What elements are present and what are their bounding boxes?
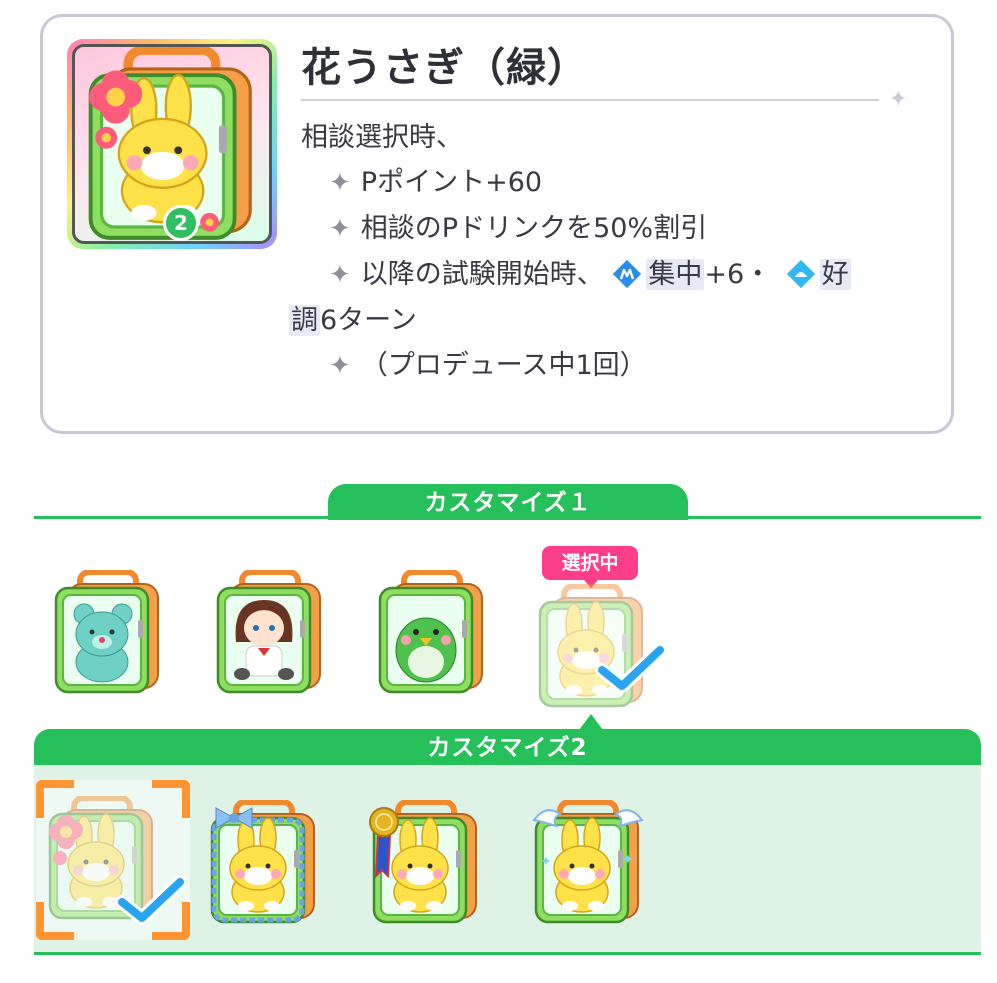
effect-text: +6・	[704, 259, 772, 290]
customize2-option-blue-ribbon-frame[interactable]	[206, 800, 322, 924]
title-divider	[301, 99, 879, 101]
item-thumbnail: 2	[67, 39, 277, 249]
effect-text: 6ターン	[320, 305, 417, 336]
customize1-option-bear[interactable]	[50, 570, 166, 694]
effect-line: ✦ （プロデュース中1回）	[301, 343, 921, 389]
effect-line: ✦ Pポイント+60	[301, 160, 921, 206]
svg-text:✦: ✦	[622, 852, 634, 868]
focus-icon	[613, 259, 642, 289]
selected-badge: 選択中	[542, 546, 638, 588]
item-image: 2	[72, 44, 272, 244]
effect-text: 以降の試験開始時、	[360, 259, 604, 290]
sparkle-icon: ✦	[329, 260, 351, 290]
customize2-option-gold-medal[interactable]	[368, 800, 484, 924]
svg-text:✦: ✦	[540, 854, 552, 870]
item-detail-card: 2 花うさぎ（緑） ✦ 相談選択時、 ✦ Pポイント+60 ✦ 相談のPドリンクを5…	[40, 14, 954, 434]
sparkle-icon: ✦	[329, 168, 351, 198]
sparkle-icon: ✦	[889, 87, 908, 112]
sparkle-icon: ✦	[329, 351, 351, 381]
customize1-header: カスタマイズ１	[328, 484, 688, 520]
customize1-option-bird[interactable]	[374, 570, 490, 694]
customize1-option-girl[interactable]	[212, 570, 328, 694]
good-condition-keyword: 調	[289, 305, 320, 336]
good-condition-icon	[786, 259, 815, 289]
effect-line: ✦ 相談のPドリンクを50%割引	[301, 206, 921, 252]
check-icon	[596, 644, 666, 694]
effect-text: 相談のPドリンクを50%割引	[360, 213, 708, 244]
effect-text: Pポイント+60	[360, 167, 543, 198]
item-title: 花うさぎ（緑）	[301, 45, 588, 91]
selection-pointer	[579, 714, 603, 730]
effect-line: ✦ 以降の試験開始時、 集中+6・ 好	[301, 252, 921, 298]
focus-keyword: 集中	[646, 259, 705, 290]
customize2-header: カスタマイズ2	[34, 729, 981, 765]
effect-trigger: 相談選択時、	[301, 122, 463, 153]
customize2-divider	[34, 952, 981, 955]
level-badge: 2	[163, 205, 199, 241]
customize2-option-angel-wings[interactable]: ✦ ✦	[530, 800, 646, 924]
effect-line-wrap: 調6ターン	[289, 298, 909, 343]
check-icon	[116, 876, 186, 926]
effect-text: （プロデュース中1回）	[360, 350, 647, 381]
item-effect-description: 相談選択時、 ✦ Pポイント+60 ✦ 相談のPドリンクを50%割引 ✦ 以降の試験開…	[289, 115, 921, 389]
good-condition-keyword: 好	[819, 259, 851, 290]
sparkle-icon: ✦	[329, 214, 351, 244]
